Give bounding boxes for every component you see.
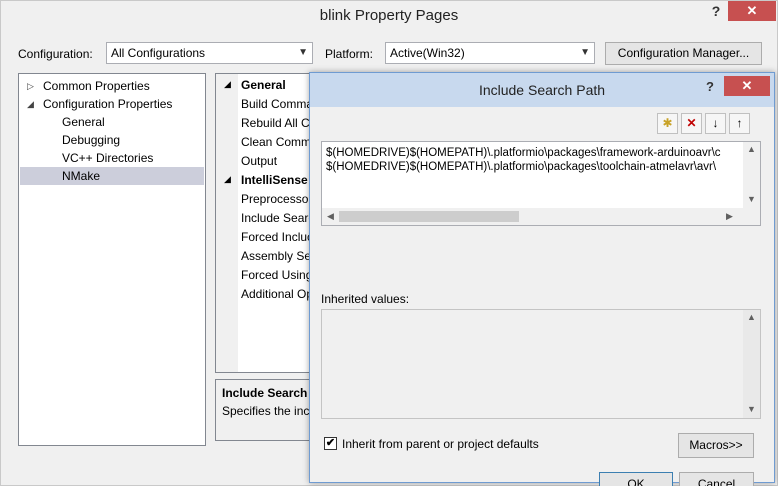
inherited-values-label: Inherited values: — [321, 292, 410, 306]
tree-item-general[interactable]: General — [62, 113, 105, 131]
tree-item-configuration-properties[interactable]: Configuration Properties — [43, 95, 172, 113]
include-paths-editor[interactable]: $(HOMEDRIVE)$(HOMEPATH)\.platformio\pack… — [321, 141, 761, 226]
cancel-button[interactable]: Cancel — [679, 472, 754, 486]
grid-row-forced-includes[interactable]: Forced Incluc — [238, 228, 313, 247]
vertical-scrollbar[interactable]: ▲ ▼ — [743, 310, 760, 418]
grid-category-general: General — [241, 78, 286, 92]
inherited-values-box: ▲ ▼ — [321, 309, 761, 419]
help-icon[interactable]: ? — [709, 3, 723, 19]
grid-category-intellisense: IntelliSense — [241, 173, 308, 187]
tree-collapse-icon[interactable]: ◢ — [27, 99, 34, 110]
scroll-down-icon[interactable]: ▼ — [747, 194, 756, 204]
ok-button[interactable]: OK — [599, 472, 673, 486]
chevron-down-icon: ▼ — [580, 47, 590, 58]
platform-select[interactable]: Active(Win32) ▼ — [385, 42, 595, 64]
grid-row-additional-options[interactable]: Additional Op — [238, 285, 313, 304]
include-path-line[interactable]: $(HOMEDRIVE)$(HOMEPATH)\.platformio\pack… — [326, 146, 721, 160]
delete-icon[interactable]: ✕ — [681, 113, 702, 134]
category-collapse-icon[interactable]: ◢ — [224, 174, 231, 185]
move-down-icon[interactable]: ↓ — [705, 113, 726, 134]
grid-row-assembly-search[interactable]: Assembly Sea — [238, 247, 318, 266]
configuration-select[interactable]: All Configurations ▼ — [106, 42, 313, 64]
category-collapse-icon[interactable]: ◢ — [224, 79, 231, 90]
scrollbar-thumb[interactable] — [339, 211, 519, 222]
tree-expand-icon[interactable]: ▷ — [27, 81, 34, 92]
configuration-label: Configuration: — [18, 47, 93, 61]
dialog-close-button[interactable]: ✕ — [724, 76, 770, 96]
tree-item-common-properties[interactable]: Common Properties — [43, 77, 150, 95]
grid-gutter — [216, 74, 238, 372]
grid-row-include-search[interactable]: Include Searc — [238, 209, 314, 228]
grid-row-clean-command[interactable]: Clean Comm — [238, 133, 311, 152]
help-icon[interactable]: ? — [706, 79, 714, 94]
horizontal-scrollbar[interactable]: ◀ ▶ — [322, 208, 745, 225]
scroll-up-icon[interactable]: ▲ — [747, 144, 756, 154]
vertical-scrollbar[interactable]: ▲ ▼ — [743, 142, 760, 225]
scroll-up-icon[interactable]: ▲ — [747, 312, 756, 322]
dialog-title: Include Search Path — [478, 82, 606, 98]
window-close-button[interactable]: ✕ — [728, 1, 776, 21]
description-text: Specifies the incl — [222, 404, 313, 418]
description-title: Include Search P — [222, 386, 319, 400]
grid-row-preprocessor[interactable]: Preprocessor — [238, 190, 312, 209]
tree-item-debugging[interactable]: Debugging — [62, 131, 120, 149]
macros-button[interactable]: Macros>> — [678, 433, 754, 458]
move-up-icon[interactable]: ↑ — [729, 113, 750, 134]
include-search-path-dialog: Include Search Path ? ✕ ✱ ✕ ↓ ↑ $(HOMEDR… — [309, 72, 775, 486]
configuration-manager-button[interactable]: Configuration Manager... — [605, 42, 762, 65]
tree-item-vc-directories[interactable]: VC++ Directories — [62, 149, 153, 167]
platform-value: Active(Win32) — [390, 46, 465, 60]
scroll-right-icon[interactable]: ▶ — [726, 211, 733, 222]
grid-row-build-command[interactable]: Build Comma — [238, 95, 313, 114]
scroll-left-icon[interactable]: ◀ — [327, 211, 334, 222]
grid-row-output[interactable]: Output — [238, 152, 277, 171]
chevron-down-icon: ▼ — [298, 47, 308, 58]
configuration-value: All Configurations — [111, 46, 206, 60]
tree-item-nmake[interactable]: NMake — [20, 167, 204, 185]
inherit-checkbox-label[interactable]: Inherit from parent or project defaults — [342, 437, 539, 451]
property-tree[interactable]: ▷ Common Properties ◢ Configuration Prop… — [18, 73, 206, 446]
scroll-down-icon[interactable]: ▼ — [747, 404, 756, 414]
grid-row-forced-using[interactable]: Forced Using — [238, 266, 312, 285]
include-path-line[interactable]: $(HOMEDRIVE)$(HOMEPATH)\.platformio\pack… — [326, 160, 716, 174]
inherit-checkbox[interactable]: ✔ — [324, 437, 337, 450]
new-line-icon[interactable]: ✱ — [657, 113, 678, 134]
dialog-body: ✱ ✕ ↓ ↑ $(HOMEDRIVE)$(HOMEPATH)\.platfor… — [316, 107, 768, 486]
platform-label: Platform: — [325, 47, 374, 61]
window-title: blink Property Pages — [319, 7, 459, 24]
grid-row-rebuild-command[interactable]: Rebuild All C — [238, 114, 310, 133]
